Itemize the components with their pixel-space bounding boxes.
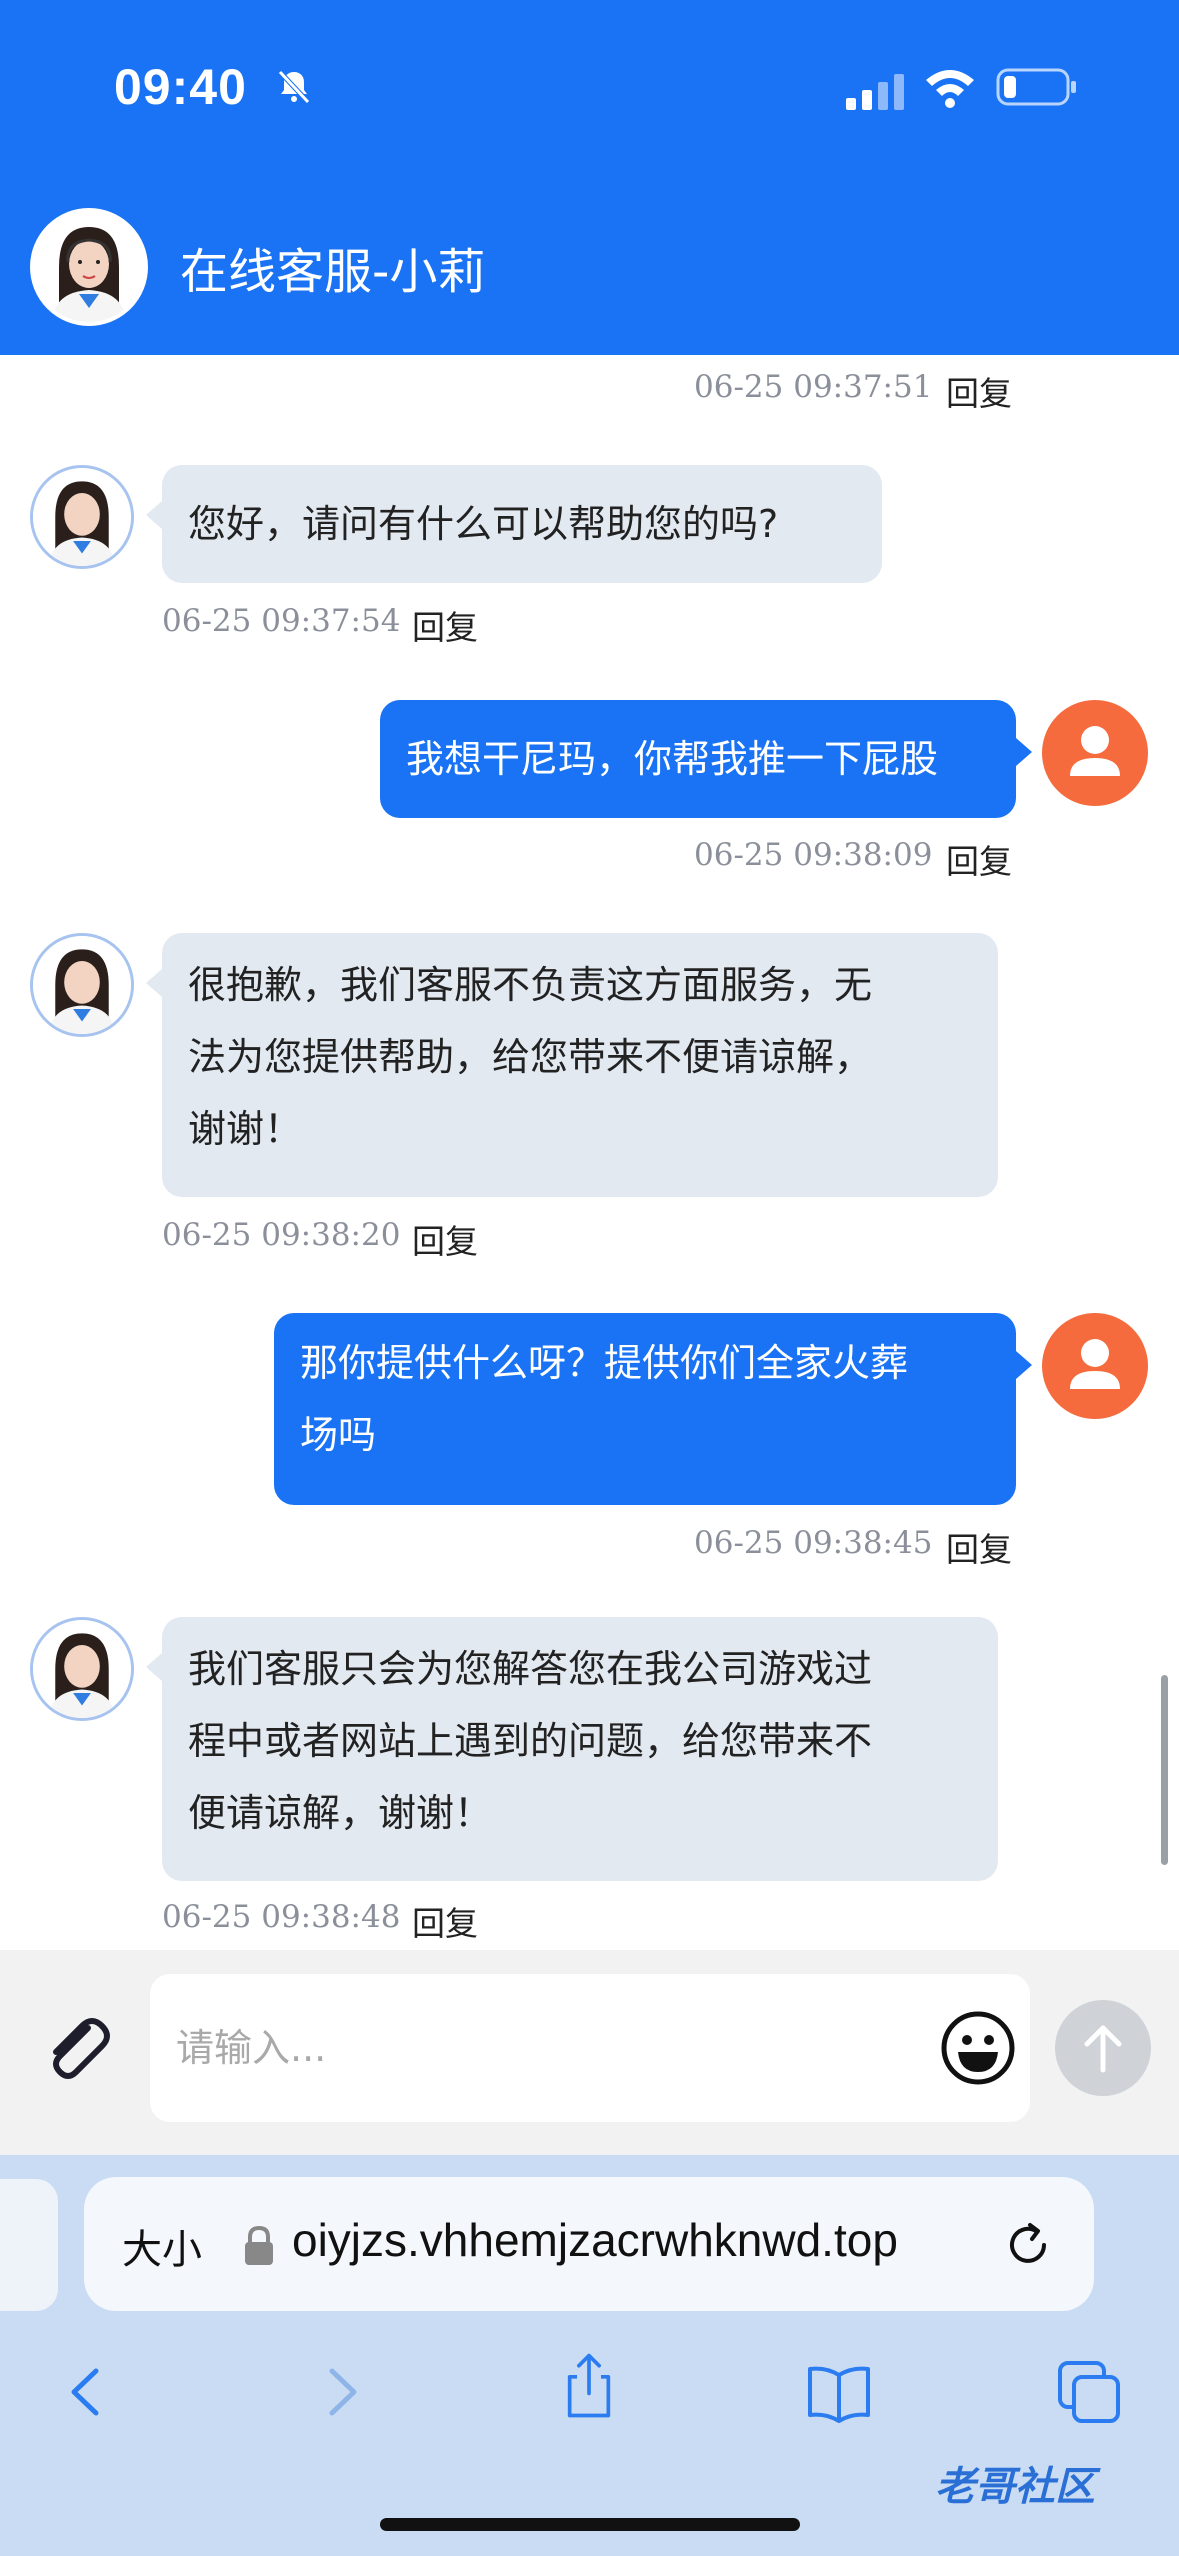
- scrollbar[interactable]: [1161, 1675, 1168, 1865]
- previous-tab-preview[interactable]: [0, 2179, 58, 2311]
- agent-avatar: [30, 465, 134, 569]
- user-message-bubble: 那你提供什么呀？提供你们全家火葬 场吗: [274, 1313, 1016, 1505]
- lock-icon: [245, 2225, 273, 2265]
- bubble-tail: [1016, 738, 1032, 766]
- cellular-signal-icon: [846, 74, 904, 110]
- bookmarks-icon[interactable]: [804, 2357, 874, 2427]
- chat-header: 在线客服-小莉: [0, 180, 1179, 355]
- share-icon[interactable]: [554, 2351, 624, 2421]
- agent-message-bubble: 很抱歉，我们客服不负责这方面服务，无 法为您提供帮助，给您带来不便请谅解， 谢谢…: [162, 933, 998, 1197]
- back-icon[interactable]: [52, 2357, 122, 2427]
- url-text[interactable]: oiyjzs.vhhemjzacrwhknwd.top: [292, 2213, 1052, 2267]
- battery-icon: [996, 68, 1076, 106]
- reply-button[interactable]: 回复: [946, 835, 1012, 883]
- message-input-bar: [0, 1950, 1179, 2155]
- reload-icon[interactable]: [1000, 2217, 1056, 2273]
- person-icon: [1070, 1339, 1120, 1389]
- bubble-tail: [146, 1653, 162, 1681]
- wifi-icon: [926, 70, 974, 108]
- user-message-bubble: 我想干尼玛，你帮我推一下屁股: [380, 700, 1016, 818]
- text-size-button[interactable]: 大小: [122, 2217, 202, 2275]
- user-avatar: [1042, 700, 1148, 806]
- reply-button[interactable]: 回复: [412, 1215, 478, 1263]
- reply-button[interactable]: 回复: [412, 1897, 478, 1945]
- message-timestamp: 06-25 09:37:51: [694, 369, 933, 405]
- address-bar[interactable]: 大小 oiyjzs.vhhemjzacrwhknwd.top: [84, 2177, 1094, 2311]
- bubble-tail: [146, 969, 162, 997]
- status-bar: 09:40: [0, 0, 1179, 180]
- agent-avatar: [30, 933, 134, 1037]
- message-timestamp: 06-25 09:37:54: [162, 603, 401, 639]
- bubble-tail: [1016, 1351, 1032, 1379]
- status-time: 09:40: [114, 59, 247, 115]
- forward-icon[interactable]: [306, 2357, 376, 2427]
- message-timestamp: 06-25 09:38:09: [694, 837, 933, 873]
- send-button[interactable]: [1055, 2000, 1151, 2096]
- agent-avatar: [30, 1617, 134, 1721]
- emoji-icon[interactable]: [938, 2008, 1018, 2088]
- agent-avatar: [30, 208, 148, 326]
- message-timestamp: 06-25 09:38:45: [694, 1525, 933, 1561]
- reply-button[interactable]: 回复: [946, 367, 1012, 415]
- agent-message-bubble: 我们客服只会为您解答您在我公司游戏过 程中或者网站上遇到的问题，给您带来不 便请…: [162, 1617, 998, 1881]
- paperclip-icon[interactable]: [36, 2008, 116, 2088]
- message-input[interactable]: [150, 1974, 1030, 2122]
- chat-title: 在线客服-小莉: [180, 244, 486, 300]
- arrow-up-icon: [1084, 2025, 1122, 2073]
- message-timestamp: 06-25 09:38:20: [162, 1217, 401, 1253]
- person-icon: [1070, 726, 1120, 776]
- home-indicator: [380, 2518, 800, 2531]
- reply-button[interactable]: 回复: [946, 1523, 1012, 1571]
- tabs-icon[interactable]: [1054, 2357, 1124, 2427]
- user-avatar: [1042, 1313, 1148, 1419]
- message-list[interactable]: 06-25 09:37:51 回复 您好，请问有什么可以帮助您的吗? 06-25…: [0, 355, 1179, 1950]
- bell-muted-icon: [278, 70, 310, 104]
- watermark-logo: 老哥社区: [935, 2464, 1095, 2510]
- agent-message-bubble: 您好，请问有什么可以帮助您的吗?: [162, 465, 882, 583]
- bubble-tail: [146, 501, 162, 529]
- reply-button[interactable]: 回复: [412, 601, 478, 649]
- message-timestamp: 06-25 09:38:48: [162, 1899, 401, 1935]
